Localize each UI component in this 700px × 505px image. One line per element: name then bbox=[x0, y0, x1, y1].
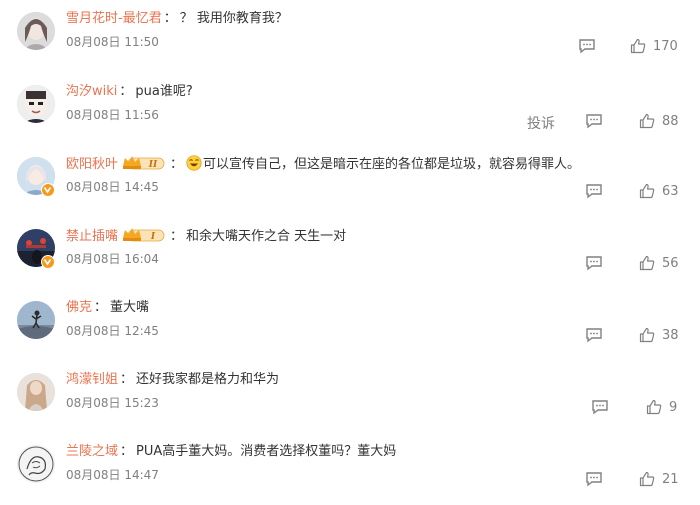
username-link[interactable]: 沟汐wiki bbox=[66, 84, 117, 99]
colon: ： bbox=[119, 84, 133, 99]
comment-time: 08月08日 14:47 bbox=[66, 468, 159, 482]
comment-item: 禁止插嘴 I ：和余大嘴天作之合 天生一对 08月08日 16:04 56 bbox=[0, 217, 700, 289]
username-link[interactable]: 兰陵之域 bbox=[66, 444, 118, 459]
comment-item: 沟汐wiki： pua谁呢? 08月08日 11:56 投诉 88 bbox=[0, 73, 700, 145]
like-button[interactable]: 56 bbox=[639, 254, 679, 272]
colon: ： bbox=[94, 300, 108, 315]
user-avatar[interactable] bbox=[17, 373, 55, 411]
like-button[interactable]: 21 bbox=[639, 470, 679, 488]
laugh-cry-emoji-icon bbox=[186, 155, 202, 171]
user-avatar[interactable] bbox=[17, 445, 55, 483]
reply-icon[interactable] bbox=[585, 183, 603, 199]
colon: ： bbox=[170, 229, 184, 244]
thumbs-up-icon bbox=[646, 399, 662, 415]
vip-crown-badge[interactable]: I bbox=[122, 227, 166, 243]
thumbs-up-icon bbox=[639, 183, 655, 199]
avatar-woman-icon bbox=[17, 12, 55, 50]
avatar-jump-icon bbox=[17, 301, 55, 339]
comment-time: 08月08日 15:23 bbox=[66, 396, 159, 410]
colon: ： bbox=[170, 157, 184, 172]
username-link[interactable]: 欧阳秋叶 bbox=[66, 157, 118, 172]
comment-text: ？ 我用你教育我？ bbox=[179, 11, 288, 26]
username-link[interactable]: 鸿濛钊姐 bbox=[66, 372, 118, 387]
comment-time: 08月08日 16:04 bbox=[66, 252, 159, 266]
report-button[interactable]: 投诉 bbox=[527, 113, 555, 133]
reply-icon[interactable] bbox=[591, 399, 609, 415]
comment-item: 佛克：董大嘴 08月08日 12:45 38 bbox=[0, 289, 700, 361]
like-button[interactable]: 170 bbox=[630, 37, 678, 55]
vip-level-text: II bbox=[148, 160, 158, 170]
reply-icon[interactable] bbox=[585, 327, 603, 343]
username-link[interactable]: 佛克 bbox=[66, 300, 92, 315]
comment-text: PUA高手董大妈。消费者选择权董吗？董大妈 bbox=[136, 444, 397, 459]
thumbs-up-icon bbox=[639, 113, 655, 129]
comment-time: 08月08日 12:45 bbox=[66, 324, 159, 338]
comment-text: 还好我家都是格力和华为 bbox=[136, 372, 280, 387]
reply-icon[interactable] bbox=[585, 471, 603, 487]
comment-item: 欧阳秋叶 II ： 可以宣传自己，但这是暗示在座的各位都是垃圾，就容易得罪人。 … bbox=[0, 145, 700, 217]
avatar-lady-icon bbox=[17, 373, 55, 411]
like-button[interactable]: 63 bbox=[639, 182, 679, 200]
avatar-face-icon bbox=[17, 85, 55, 123]
comment-text: 董大嘴 bbox=[110, 300, 150, 315]
thumbs-up-icon bbox=[630, 38, 646, 54]
like-count: 88 bbox=[662, 113, 679, 129]
colon: ： bbox=[120, 372, 134, 387]
colon: ： bbox=[163, 11, 177, 26]
comment-text: pua谁呢? bbox=[135, 84, 193, 99]
reply-icon[interactable] bbox=[585, 113, 603, 129]
user-avatar[interactable] bbox=[17, 12, 55, 50]
avatar-sketch-icon bbox=[17, 445, 55, 483]
comment-text: 可以宣传自己，但这是暗示在座的各位都是垃圾，就容易得罪人。 bbox=[203, 157, 581, 172]
like-button[interactable]: 88 bbox=[639, 112, 679, 130]
comment-time: 08月08日 11:56 bbox=[66, 108, 159, 122]
verified-badge bbox=[41, 183, 55, 197]
thumbs-up-icon bbox=[639, 255, 655, 271]
comment-item: 雪月花时-最忆君：？ 我用你教育我？ 08月08日 11:50 170 bbox=[0, 0, 700, 72]
username-link[interactable]: 雪月花时-最忆君 bbox=[66, 11, 162, 26]
comment-item: 兰陵之域： PUA高手董大妈。消费者选择权董吗？董大妈 08月08日 14:47 … bbox=[0, 433, 700, 505]
colon: ： bbox=[120, 444, 134, 459]
vip-level-text: I bbox=[150, 232, 156, 242]
like-button[interactable]: 38 bbox=[639, 326, 679, 344]
like-count: 38 bbox=[662, 327, 679, 343]
user-avatar[interactable] bbox=[17, 301, 55, 339]
username-link[interactable]: 禁止插嘴 bbox=[66, 229, 118, 244]
comment-time: 08月08日 14:45 bbox=[66, 180, 159, 194]
comment-time: 08月08日 11:50 bbox=[66, 35, 159, 49]
vip-crown-badge[interactable]: II bbox=[122, 155, 166, 171]
comment-item: 鸿濛钊姐：还好我家都是格力和华为 08月08日 15:23 9 bbox=[0, 361, 700, 433]
like-count: 170 bbox=[653, 38, 678, 54]
verified-badge bbox=[41, 255, 55, 269]
like-count: 21 bbox=[662, 471, 679, 487]
like-count: 56 bbox=[662, 255, 679, 271]
like-count: 63 bbox=[662, 183, 679, 199]
user-avatar[interactable] bbox=[17, 85, 55, 123]
thumbs-up-icon bbox=[639, 471, 655, 487]
like-button[interactable]: 9 bbox=[646, 398, 677, 416]
like-count: 9 bbox=[669, 399, 678, 415]
comment-text: 和余大嘴天作之合 天生一对 bbox=[186, 229, 347, 244]
thumbs-up-icon bbox=[639, 327, 655, 343]
reply-icon[interactable] bbox=[578, 38, 596, 54]
reply-icon[interactable] bbox=[585, 255, 603, 271]
